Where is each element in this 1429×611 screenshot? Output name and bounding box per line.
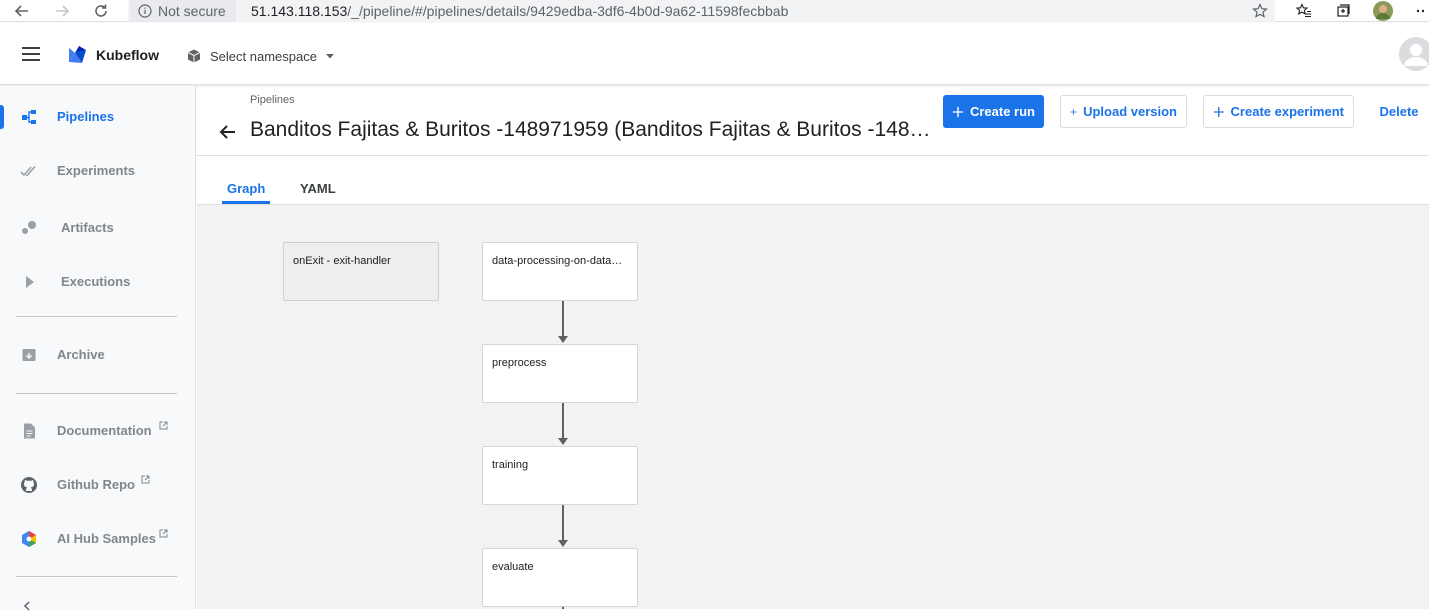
app-header: Kubeflow Select namespace [0, 23, 1429, 85]
collapse-chevron-icon[interactable] [22, 601, 32, 611]
sidebar-item-label: Documentation [57, 423, 152, 438]
security-label: Not secure [158, 3, 226, 19]
sidebar-item-label: Experiments [57, 163, 136, 178]
sidebar-item-github-repo[interactable]: Github Repo [0, 465, 196, 505]
kubeflow-logo-icon [66, 44, 88, 66]
plus-icon [1070, 108, 1077, 115]
star-icon[interactable] [1250, 1, 1270, 21]
security-indicator[interactable]: Not secure [130, 0, 236, 22]
breadcrumb[interactable]: Pipelines [250, 94, 295, 106]
graph-node-training[interactable]: training [482, 446, 638, 505]
sidebar-item-pipelines[interactable]: Pipelines [0, 97, 196, 137]
back-arrow-icon[interactable] [12, 1, 32, 21]
graph-node-exit-handler[interactable]: onExit - exit-handler [283, 242, 439, 301]
url-path: /_/pipeline/#/pipelines/details/9429edba… [347, 3, 789, 19]
delete-button[interactable]: Delete [1370, 95, 1428, 128]
graph-edge [562, 301, 564, 337]
favorites-icon[interactable] [1294, 1, 1314, 21]
sidebar-item-label: Artifacts [61, 220, 114, 235]
graph-node-data-processing[interactable]: data-processing-on-databricks [482, 242, 638, 301]
create-experiment-button[interactable]: Create experiment [1203, 95, 1354, 128]
more-icon[interactable] [1412, 1, 1429, 21]
graph-node-evaluate[interactable]: evaluate [482, 548, 638, 607]
arrowhead-icon [558, 540, 568, 547]
experiments-icon [20, 162, 38, 180]
sidebar-item-label: Archive [57, 347, 105, 362]
archive-icon [20, 346, 38, 364]
graph-edge [562, 403, 564, 439]
upload-version-label: Upload version [1083, 104, 1177, 119]
create-run-button[interactable]: Create run [943, 95, 1044, 128]
forward-arrow-icon[interactable] [52, 1, 72, 21]
executions-icon [20, 273, 38, 291]
info-icon [138, 4, 152, 18]
brand-name: Kubeflow [96, 47, 159, 63]
graph-node-preprocess[interactable]: preprocess [482, 344, 638, 403]
create-experiment-label: Create experiment [1230, 104, 1344, 119]
dropdown-arrow-icon [325, 54, 334, 59]
menu-icon[interactable] [20, 43, 42, 65]
back-arrow-icon[interactable] [217, 121, 239, 143]
sidebar-item-ai-hub-samples[interactable]: AI Hub Samples [0, 519, 196, 559]
github-icon [20, 476, 38, 494]
sidebar-item-label: AI Hub Samples [57, 531, 156, 546]
plus-icon [952, 106, 964, 117]
sidebar-item-documentation[interactable]: Documentation [0, 411, 196, 451]
pipeline-graph-canvas[interactable]: onExit - exit-handler data-processing-on… [197, 205, 1429, 609]
account-avatar[interactable] [1399, 37, 1429, 71]
sidebar-divider [16, 316, 177, 317]
browser-toolbar: Not secure 51.143.118.153/_/pipeline/#/p… [0, 0, 1429, 22]
arrowhead-icon [558, 438, 568, 445]
namespace-selector[interactable]: Select namespace [186, 45, 335, 67]
external-link-icon [159, 529, 168, 538]
sidebar-divider [16, 576, 177, 577]
upload-version-button[interactable]: Upload version [1060, 95, 1187, 128]
sidebar: Pipelines Experiments Artifacts Executio… [0, 86, 196, 611]
arrowhead-icon [558, 336, 568, 343]
namespace-label: Select namespace [210, 48, 317, 64]
external-link-icon [141, 475, 150, 484]
document-icon [20, 422, 38, 440]
address-bar[interactable]: Not secure 51.143.118.153/_/pipeline/#/p… [128, 0, 1275, 22]
cube-icon [187, 49, 201, 63]
tab-graph[interactable]: Graph [227, 181, 265, 196]
reload-icon[interactable] [91, 1, 111, 21]
sidebar-item-label: Pipelines [57, 109, 115, 124]
plus-icon [1213, 106, 1224, 117]
create-run-label: Create run [969, 104, 1035, 119]
ai-hub-icon [20, 530, 38, 548]
sidebar-item-archive[interactable]: Archive [0, 335, 196, 375]
pipelines-icon [20, 108, 38, 126]
profile-icon[interactable] [1373, 1, 1393, 21]
external-link-icon [159, 421, 168, 430]
tab-yaml[interactable]: YAML [300, 181, 336, 196]
artifacts-icon [20, 219, 38, 237]
page-title: Banditos Fajitas & Buritos -148971959 (B… [250, 118, 936, 141]
graph-edge [562, 505, 564, 541]
active-indicator [0, 105, 4, 129]
sidebar-item-experiments[interactable]: Experiments [0, 151, 196, 191]
collections-icon[interactable] [1333, 1, 1353, 21]
sidebar-item-artifacts[interactable]: Artifacts [0, 208, 196, 248]
url-host: 51.143.118.153 [251, 3, 348, 19]
header-divider [197, 155, 1429, 156]
sidebar-item-label: Github Repo [57, 477, 135, 492]
sidebar-item-label: Executions [61, 274, 131, 289]
url-text[interactable]: 51.143.118.153/_/pipeline/#/pipelines/de… [251, 0, 788, 22]
sidebar-item-executions[interactable]: Executions [0, 262, 196, 302]
sidebar-divider [16, 393, 177, 394]
